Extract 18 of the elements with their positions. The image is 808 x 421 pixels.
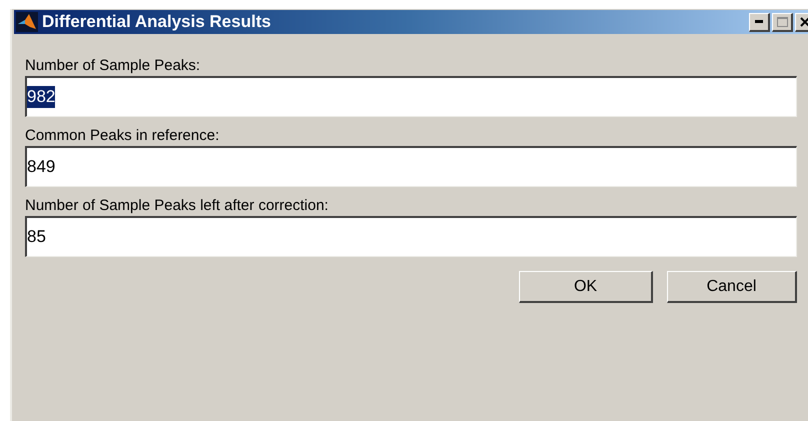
field-label: Number of Sample Peaks left after correction: <box>25 197 330 215</box>
field-value: 85 <box>27 226 46 248</box>
field-label: Common Peaks in reference: <box>25 127 220 145</box>
value-field[interactable]: 85 <box>25 216 797 257</box>
field-value: 849 <box>27 156 56 178</box>
field-value: 982 <box>27 86 56 108</box>
window-title: Differential Analysis Results <box>42 11 271 34</box>
close-icon <box>800 16 808 26</box>
dialog-button[interactable]: OK <box>519 271 653 303</box>
value-field[interactable]: 849 <box>25 146 797 187</box>
maximize-button[interactable] <box>772 12 793 32</box>
minimize-button[interactable] <box>749 12 770 32</box>
field-label: Number of Sample Peaks: <box>25 57 202 75</box>
dialog-button[interactable]: Cancel <box>667 271 797 303</box>
value-field[interactable]: 982 <box>25 76 797 117</box>
minimize-icon <box>755 20 763 23</box>
app-logo-icon <box>16 12 38 32</box>
maximize-icon <box>776 16 788 26</box>
